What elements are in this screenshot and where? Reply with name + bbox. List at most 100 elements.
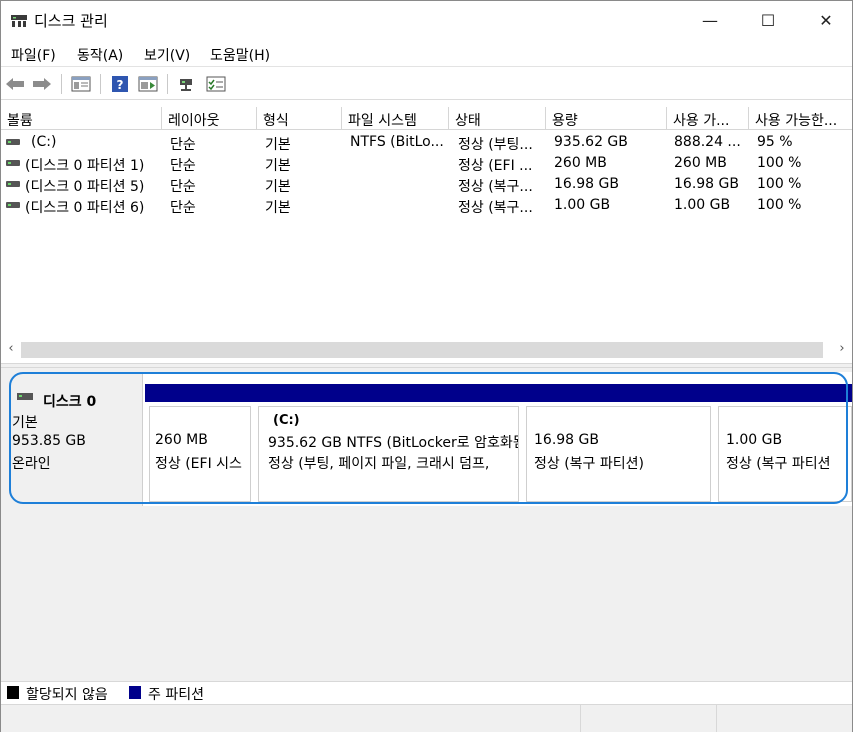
partition-size: 260 MB: [155, 432, 208, 448]
status-bar-divider: [716, 705, 717, 732]
volume-percent-free: 100 %: [757, 197, 802, 213]
volume-status: 정상 (복구...: [458, 200, 533, 216]
maximize-icon: ☐: [760, 11, 776, 30]
disk-type: 기본: [12, 415, 38, 431]
legend-swatch-unallocated: [7, 686, 19, 699]
partition-size: 935.62 GB NTFS (BitLocker로 암호화됨: [268, 435, 519, 451]
column-header-free-space[interactable]: 사용 가...: [667, 107, 749, 130]
disk-icon: [17, 393, 33, 400]
volume-status: 정상 (EFI ...: [458, 158, 533, 174]
partition-status: 정상 (EFI 시스: [155, 456, 242, 472]
volume-free-space: 16.98 GB: [674, 176, 739, 192]
menu-help[interactable]: 도움말(H): [210, 45, 270, 65]
column-header-status[interactable]: 상태: [449, 107, 546, 130]
column-header-type[interactable]: 형식: [257, 107, 342, 130]
connect-icon[interactable]: [177, 74, 197, 94]
menu-bar: 파일(F) 동작(A) 보기(V) 도움말(H): [1, 41, 852, 67]
volume-type: 기본: [265, 158, 291, 174]
help-icon[interactable]: ?: [110, 74, 130, 94]
menu-view[interactable]: 보기(V): [144, 45, 190, 65]
action-pane-icon[interactable]: [138, 74, 158, 94]
partition-efi[interactable]: 260 MB 정상 (EFI 시스: [145, 384, 254, 504]
partition-color-bar: [145, 384, 254, 402]
close-button[interactable]: ✕: [797, 1, 853, 40]
volume-disk-icon: [6, 202, 20, 208]
legend-label-primary: 주 파티션: [148, 687, 204, 703]
column-header-file-system[interactable]: 파일 시스템: [342, 107, 449, 130]
forward-arrow-icon[interactable]: [32, 74, 52, 94]
partition-body: 16.98 GB 정상 (복구 파티션): [526, 406, 711, 502]
partition-size: 16.98 GB: [534, 432, 599, 448]
console-tree-icon[interactable]: [71, 74, 91, 94]
volume-capacity: 16.98 GB: [554, 176, 619, 192]
volume-row[interactable]: (디스크 0 파티션 6) 단순 기본 정상 (복구... 1.00 GB 1.…: [1, 195, 852, 216]
scrollbar-thumb[interactable]: [21, 342, 823, 358]
toolbar: ?: [1, 68, 852, 100]
title-bar: 디스크 관리 — ☐ ✕: [1, 1, 852, 40]
volume-status: 정상 (복구...: [458, 179, 533, 195]
minimize-icon: —: [702, 11, 718, 30]
toolbar-separator: [100, 74, 101, 94]
disk-row[interactable]: 디스크 0 기본 953.85 GB 온라인 260 MB 정상 (EFI 시스…: [3, 372, 852, 506]
scroll-left-icon[interactable]: ‹: [3, 341, 19, 359]
partition-status: 정상 (복구 파티션: [726, 456, 831, 472]
disk-name: 디스크 0: [43, 394, 97, 410]
disk-management-app-icon: [11, 15, 27, 27]
partition-body: 1.00 GB 정상 (복구 파티션: [718, 406, 852, 502]
volume-layout: 단순: [170, 158, 196, 174]
volume-disk-icon: [6, 139, 20, 145]
volume-capacity: 1.00 GB: [554, 197, 611, 213]
maximize-button[interactable]: ☐: [739, 1, 797, 40]
volume-name: (디스크 0 파티션 6): [25, 200, 145, 216]
volume-list: 볼륨 레이아웃 형식 파일 시스템 상태 용량 사용 가... 사용 가능한..…: [1, 107, 852, 339]
column-header-volume[interactable]: 볼륨: [1, 107, 162, 130]
disk-status: 온라인: [12, 456, 51, 472]
volume-row[interactable]: (C:) 단순 기본 NTFS (BitLo... 정상 (부팅... 935.…: [1, 132, 852, 153]
partition-size: 1.00 GB: [726, 432, 783, 448]
column-header-percent-free[interactable]: 사용 가능한...: [749, 107, 852, 130]
volume-percent-free: 100 %: [757, 155, 802, 171]
minimize-button[interactable]: —: [681, 1, 739, 40]
disk-label-panel[interactable]: 디스크 0 기본 953.85 GB 온라인: [3, 372, 143, 506]
partition-recovery-5[interactable]: 16.98 GB 정상 (복구 파티션): [522, 384, 714, 504]
column-header-capacity[interactable]: 용량: [546, 107, 667, 130]
volume-disk-icon: [6, 160, 20, 166]
properties-icon[interactable]: [206, 74, 226, 94]
volume-row[interactable]: (디스크 0 파티션 5) 단순 기본 정상 (복구... 16.98 GB 1…: [1, 174, 852, 195]
volume-free-space: 1.00 GB: [674, 197, 731, 213]
partition-recovery-6[interactable]: 1.00 GB 정상 (복구 파티션: [714, 384, 852, 504]
legend-label-unallocated: 할당되지 않음: [26, 687, 108, 703]
svg-text:?: ?: [117, 78, 124, 92]
legend: 할당되지 않음 주 파티션: [1, 681, 852, 703]
partition-status: 정상 (부팅, 페이지 파일, 크래시 덤프,: [268, 456, 490, 472]
volume-row[interactable]: (디스크 0 파티션 1) 단순 기본 정상 (EFI ... 260 MB 2…: [1, 153, 852, 174]
partition-color-bar: [714, 384, 852, 402]
volume-type: 기본: [265, 179, 291, 195]
partition-body: (C:) 935.62 GB NTFS (BitLocker로 암호화됨 정상 …: [258, 406, 519, 502]
horizontal-scrollbar[interactable]: ‹ ›: [1, 339, 852, 361]
volume-type: 기본: [265, 137, 291, 153]
menu-file[interactable]: 파일(F): [11, 45, 56, 65]
disk-size: 953.85 GB: [12, 433, 86, 449]
volume-free-space: 888.24 ...: [674, 134, 741, 150]
window-title: 디스크 관리: [34, 12, 108, 30]
back-arrow-icon[interactable]: [5, 74, 25, 94]
scroll-right-icon[interactable]: ›: [834, 341, 850, 359]
volume-percent-free: 95 %: [757, 134, 793, 150]
status-bar: [1, 704, 852, 732]
legend-swatch-primary: [129, 686, 141, 699]
volume-capacity: 260 MB: [554, 155, 607, 171]
volume-capacity: 935.62 GB: [554, 134, 628, 150]
partition-color-bar: [254, 384, 522, 402]
volume-percent-free: 100 %: [757, 176, 802, 192]
column-header-layout[interactable]: 레이아웃: [162, 107, 257, 130]
partition-color-bar: [522, 384, 714, 402]
volume-layout: 단순: [170, 137, 196, 153]
volume-status: 정상 (부팅...: [458, 137, 533, 153]
partition-c[interactable]: (C:) 935.62 GB NTFS (BitLocker로 암호화됨 정상 …: [254, 384, 522, 504]
volume-disk-icon: [6, 181, 20, 187]
status-bar-divider: [580, 705, 581, 732]
volume-file-system: NTFS (BitLo...: [350, 134, 444, 150]
partition-status: 정상 (복구 파티션): [534, 456, 644, 472]
menu-action[interactable]: 동작(A): [77, 45, 123, 65]
